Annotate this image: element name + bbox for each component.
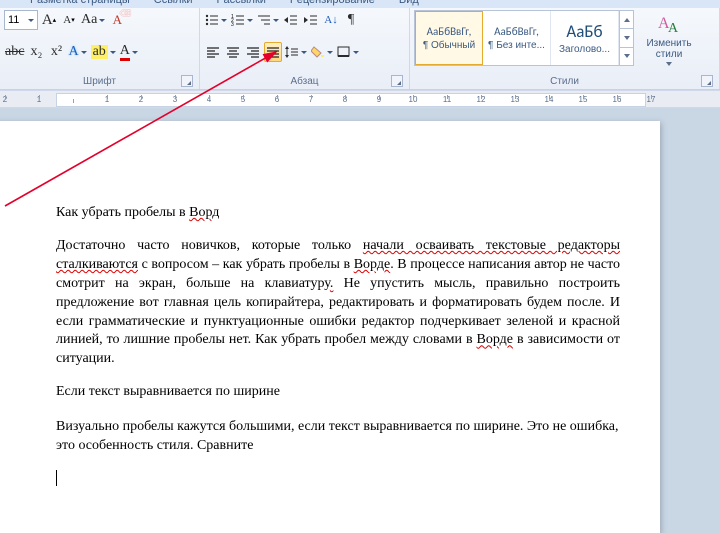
style-normal[interactable]: АаБбВвГг, ¶ Обычный <box>415 11 483 65</box>
borders-icon <box>337 46 351 58</box>
highlight-icon: ab <box>91 45 108 59</box>
line-spacing-button[interactable] <box>284 42 308 62</box>
tab-review[interactable]: Рецензирование <box>280 0 385 8</box>
ribbon-tabs: Разметка страницы Ссылки Рассылки Реценз… <box>0 0 720 8</box>
doc-paragraph-3[interactable]: Визуально пробелы кажутся большими, если… <box>56 418 620 456</box>
text-effects-button[interactable]: A <box>67 42 87 62</box>
tab-view[interactable]: Вид <box>389 0 429 8</box>
change-case-button[interactable]: Aa <box>80 10 106 30</box>
shading-button[interactable] <box>310 42 334 62</box>
gallery-up[interactable] <box>620 11 633 29</box>
chevron-down-icon <box>624 54 630 58</box>
doc-title[interactable]: Как убрать пробелы в Ворд <box>56 205 620 221</box>
group-font: 11 A▴ A▾ Aa A ⌫ abc x₂ x² A ab A Шрифт <box>0 8 200 89</box>
font-size-value: 11 <box>8 14 19 26</box>
increase-indent-icon <box>304 14 318 26</box>
text-effects-icon: A <box>68 45 78 59</box>
gallery-more[interactable] <box>620 48 633 65</box>
change-styles-icon: A A <box>656 12 682 36</box>
style-no-spacing[interactable]: АаБбВвГг, ¶ Без инте... <box>483 11 551 65</box>
styles-dialog-launcher[interactable] <box>701 75 713 87</box>
tab-page-layout[interactable]: Разметка страницы <box>20 0 140 8</box>
document-background: Как убрать пробелы в Ворд Достаточно час… <box>0 108 720 533</box>
justify-icon <box>266 46 280 58</box>
group-styles: АаБбВвГг, ¶ Обычный АаБбВвГг, ¶ Без инте… <box>410 8 720 89</box>
svg-text:A: A <box>668 21 679 36</box>
subscript-icon: x₂ <box>30 45 42 59</box>
chevron-down-icon <box>624 36 630 40</box>
pilcrow-icon: ¶ <box>348 13 354 27</box>
align-left-icon <box>206 46 220 58</box>
clear-formatting-button[interactable]: A ⌫ <box>108 10 126 30</box>
superscript-button[interactable]: x² <box>47 42 65 62</box>
styles-gallery[interactable]: АаБбВвГг, ¶ Обычный АаБбВвГг, ¶ Без инте… <box>414 10 634 66</box>
tab-references[interactable]: Ссылки <box>144 0 203 8</box>
doc-paragraph-2[interactable]: Если текст выравнивается по ширине <box>56 383 620 402</box>
align-right-button[interactable] <box>244 42 262 62</box>
shrink-font-icon: A <box>63 15 71 26</box>
font-dialog-launcher[interactable] <box>181 75 193 87</box>
ruler-ticks: 211234567891011121314151617 <box>0 91 668 107</box>
numbering-icon: 123 <box>231 14 245 26</box>
horizontal-ruler[interactable]: 211234567891011121314151617 <box>0 90 720 108</box>
align-center-button[interactable] <box>224 42 242 62</box>
multilevel-list-button[interactable] <box>256 10 280 30</box>
svg-text:3: 3 <box>231 22 234 26</box>
superscript-icon: x² <box>51 45 62 59</box>
chevron-up-icon <box>624 18 630 22</box>
doc-paragraph-1[interactable]: Достаточно часто новичков, которые тольк… <box>56 237 620 369</box>
strikethrough-icon: abc <box>5 45 24 59</box>
group-styles-label: Стили <box>414 74 715 89</box>
decrease-indent-button[interactable] <box>282 10 300 30</box>
bullets-icon <box>205 14 219 26</box>
highlight-button[interactable]: ab <box>90 42 117 62</box>
font-size-combo[interactable]: 11 <box>4 10 38 30</box>
group-paragraph: 123 A↓ ¶ <box>200 8 410 89</box>
font-color-button[interactable]: A <box>119 42 139 62</box>
numbering-button[interactable]: 123 <box>230 10 254 30</box>
ribbon: 11 A▴ A▾ Aa A ⌫ abc x₂ x² A ab A Шрифт <box>0 8 720 90</box>
bullets-button[interactable] <box>204 10 228 30</box>
subscript-button[interactable]: x₂ <box>27 42 45 62</box>
change-styles-button[interactable]: A A Изменить стили <box>638 10 700 68</box>
line-spacing-icon <box>285 46 299 58</box>
paragraph-dialog-launcher[interactable] <box>391 75 403 87</box>
document-page[interactable]: Как убрать пробелы в Ворд Достаточно час… <box>0 121 660 533</box>
align-center-icon <box>226 46 240 58</box>
chevron-down-icon <box>666 62 672 66</box>
align-left-button[interactable] <box>204 42 222 62</box>
tab-mailings[interactable]: Рассылки <box>207 0 276 8</box>
group-paragraph-label: Абзац <box>204 74 405 89</box>
shading-icon <box>311 46 325 58</box>
decrease-indent-icon <box>284 14 298 26</box>
borders-button[interactable] <box>336 42 360 62</box>
gallery-down[interactable] <box>620 29 633 47</box>
clear-formatting-icon: A ⌫ <box>113 13 122 28</box>
group-font-label: Шрифт <box>4 74 195 89</box>
sort-icon: A↓ <box>324 15 337 26</box>
grow-font-button[interactable]: A▴ <box>40 10 58 30</box>
gallery-scroll[interactable] <box>619 11 633 65</box>
align-right-icon <box>246 46 260 58</box>
change-case-icon: Aa <box>81 13 97 27</box>
style-heading1[interactable]: АаБб Заголово... <box>551 11 619 65</box>
justify-button[interactable] <box>264 42 282 62</box>
show-marks-button[interactable]: ¶ <box>342 10 360 30</box>
sort-button[interactable]: A↓ <box>322 10 340 30</box>
strikethrough-button[interactable]: abc <box>4 42 25 62</box>
text-cursor <box>56 470 57 486</box>
multilevel-icon <box>257 14 271 26</box>
grow-font-icon: A <box>42 13 53 28</box>
font-color-icon: A <box>120 44 130 61</box>
increase-indent-button[interactable] <box>302 10 320 30</box>
shrink-font-button[interactable]: A▾ <box>60 10 78 30</box>
